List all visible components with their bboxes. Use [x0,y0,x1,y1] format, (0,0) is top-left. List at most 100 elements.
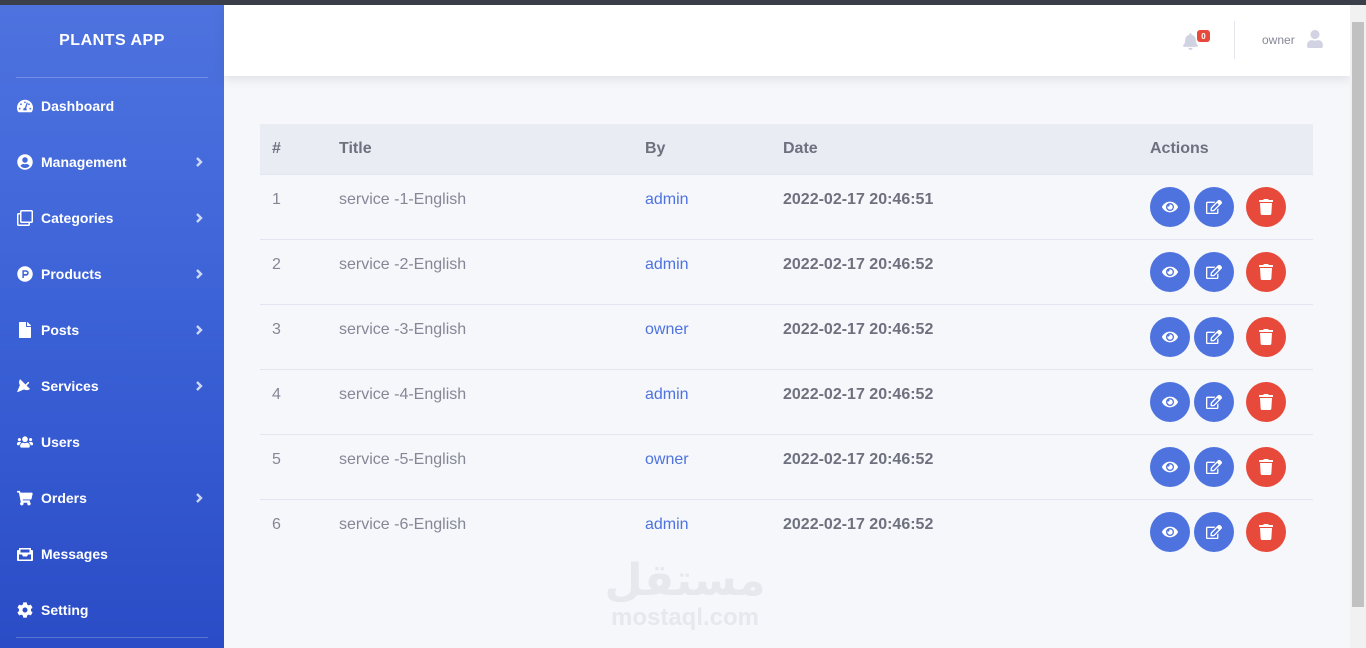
satellite-dish-icon [17,378,33,394]
row-date: 2022-02-17 20:46:52 [771,434,1138,500]
trash-icon [1258,328,1274,345]
column-header-actions: Actions [1138,124,1313,175]
column-header-by: By [633,124,771,175]
sidebar-item-label: Products [41,266,102,282]
column-header-title: Title [327,124,633,175]
watermark-latin: mostaql.com [610,604,760,631]
row-actions [1138,304,1313,370]
eye-icon [1162,459,1178,475]
clone-icon [17,210,33,226]
sidebar: PLANTS APP Dashboard Management Categories… [0,5,224,648]
view-button[interactable] [1150,186,1190,227]
watermark-arabic: مستقل [604,555,766,606]
edit-button[interactable] [1194,511,1234,552]
row-author-link[interactable]: owner [633,434,771,500]
chevron-right-icon [194,493,204,503]
sidebar-item-label: Setting [41,602,89,618]
row-date: 2022-02-17 20:46:52 [783,515,934,533]
file-icon [17,322,33,338]
row-actions [1138,239,1313,305]
sidebar-item-categories[interactable]: Categories [0,190,224,246]
user-circle-icon [17,154,33,170]
row-author-link[interactable]: owner [633,304,771,370]
topbar: 0 owner [224,5,1350,76]
edit-button[interactable] [1194,186,1234,227]
view-button[interactable] [1150,511,1190,552]
sidebar-item-products[interactable]: Products [0,246,224,302]
delete-button[interactable] [1246,186,1286,227]
row-actions [1138,499,1313,564]
sidebar-item-management[interactable]: Management [0,134,224,190]
table-row: 4 service -4-English admin 2022-02-17 20:46… [260,369,1313,435]
notification-badge: 0 [1197,30,1210,42]
user-name[interactable]: owner [1262,33,1295,47]
inbox-icon [17,546,33,562]
eye-icon [1162,264,1178,280]
table-row: 3 service -3-English owner 2022-02-17 20:46… [260,304,1313,370]
scrollbar[interactable] [1350,5,1366,648]
edit-icon [1206,264,1222,280]
view-button[interactable] [1150,381,1190,422]
table-row: 1 service -1-English admin 2022-02-17 20:46… [260,174,1313,240]
row-author-link[interactable]: admin [633,239,771,305]
column-header-number: # [260,124,327,175]
row-author-link[interactable]: admin [633,369,771,435]
sidebar-item-label: Users [41,434,80,450]
edit-icon [1206,199,1222,215]
row-title: service -2-English [327,239,633,305]
delete-button[interactable] [1246,316,1286,357]
product-hunt-icon [17,266,33,282]
sidebar-item-messages[interactable]: Messages [0,526,224,582]
table-row: 5 service -5-English owner 2022-02-17 20:46… [260,434,1313,500]
trash-icon [1258,393,1274,410]
edit-button[interactable] [1194,251,1234,292]
chevron-right-icon [194,325,204,335]
user-avatar-icon[interactable] [1307,30,1323,48]
row-title: service -4-English [327,369,633,435]
sidebar-divider-bottom [16,637,208,638]
eye-icon [1162,524,1178,540]
delete-button[interactable] [1246,381,1286,422]
edit-button[interactable] [1194,381,1234,422]
view-button[interactable] [1150,446,1190,487]
sidebar-item-orders[interactable]: Orders [0,470,224,526]
view-button[interactable] [1150,251,1190,292]
sidebar-nav: Dashboard Management Categories Products Pos… [0,78,224,638]
row-date: 2022-02-17 20:46:52 [771,369,1138,435]
table-header-row: # Title By Date Actions [260,124,1313,175]
row-number: 5 [260,434,327,500]
chevron-right-icon [194,269,204,279]
row-title: service -3-English [327,304,633,370]
edit-icon [1206,329,1222,345]
row-author-link[interactable]: admin [633,174,771,240]
delete-button[interactable] [1246,446,1286,487]
users-icon [17,434,33,450]
edit-button[interactable] [1194,446,1234,487]
sidebar-item-setting[interactable]: Setting [0,582,224,638]
sidebar-item-label: Posts [41,322,80,338]
delete-button[interactable] [1246,251,1286,292]
trash-icon [1258,523,1274,540]
chevron-right-icon [194,157,204,167]
row-number: 2 [260,239,327,305]
row-date: 2022-02-17 20:46:52 [771,304,1138,370]
app-brand[interactable]: PLANTS APP [0,5,224,77]
view-button[interactable] [1150,316,1190,357]
sidebar-item-users[interactable]: Users [0,414,224,470]
row-title: service -1-English [327,174,633,240]
sidebar-item-dashboard[interactable]: Dashboard [0,78,224,134]
edit-button[interactable] [1194,316,1234,357]
sidebar-item-posts[interactable]: Posts [0,302,224,358]
watermark: مستقل mostaql.com [600,556,770,630]
sidebar-item-label: Dashboard [41,98,115,114]
sidebar-item-services[interactable]: Services [0,358,224,414]
delete-button[interactable] [1246,511,1286,552]
scrollbar-thumb[interactable] [1352,22,1364,607]
eye-icon [1162,394,1178,410]
row-number: 4 [260,369,327,435]
row-number: 3 [260,304,327,370]
trash-icon [1258,263,1274,280]
row-actions [1138,369,1313,435]
table-row: 6 service -6-English admin 2022-02-17 20:46… [260,499,1313,564]
edit-icon [1206,459,1222,475]
